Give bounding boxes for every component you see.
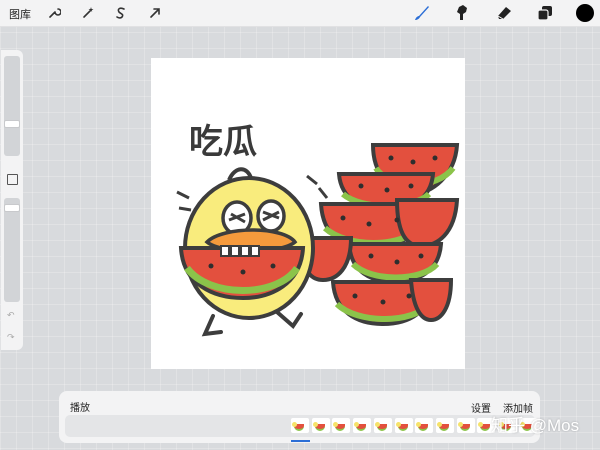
gallery-button[interactable]: 图库	[9, 6, 31, 22]
selection-s-icon[interactable]	[111, 3, 131, 23]
redo-icon[interactable]: ↷	[7, 332, 15, 343]
smudge-icon[interactable]	[452, 3, 472, 23]
thumbnail-duck	[292, 422, 297, 427]
frame-thumbnail[interactable]	[353, 418, 372, 433]
transform-arrow-icon[interactable]	[145, 3, 165, 23]
watermark-text: 知乎 @Mos	[491, 416, 580, 435]
thumbnail-duck	[436, 422, 442, 427]
thumbnail-duck	[457, 422, 463, 427]
settings-button[interactable]: 设置	[471, 400, 491, 415]
left-sidebar: ↶ ↷	[1, 50, 23, 350]
magic-wand-icon[interactable]	[78, 3, 98, 23]
frame-thumbnail[interactable]	[311, 418, 330, 433]
brush-size-slider[interactable]	[4, 56, 20, 156]
frame-thumbnail[interactable]	[394, 418, 413, 433]
modify-square-button[interactable]	[7, 174, 18, 185]
frame-thumbnail[interactable]	[291, 418, 309, 433]
animation-panel: 播放 设置 添加帧	[59, 391, 540, 443]
frame-thumbnail[interactable]	[332, 418, 351, 433]
wrench-icon[interactable]	[44, 3, 64, 23]
thumbnail-duck	[395, 422, 401, 427]
brush-icon[interactable]	[412, 3, 432, 23]
opacity-slider[interactable]	[4, 198, 20, 302]
layers-icon[interactable]	[535, 3, 555, 23]
frame-thumbnail[interactable]	[456, 418, 475, 433]
drawing-text: 吃瓜	[189, 122, 257, 162]
play-button[interactable]: 播放	[70, 399, 90, 414]
frame-thumbnail[interactable]	[435, 418, 454, 433]
selected-frame-indicator	[291, 440, 310, 442]
duck-watermelon-drawing: 吃瓜	[176, 122, 460, 337]
color-circle-icon[interactable]	[575, 3, 595, 23]
thumbnail-duck	[312, 422, 318, 427]
thumbnail-duck	[374, 422, 380, 427]
frame-thumbnail[interactable]	[415, 418, 434, 433]
frame-timeline[interactable]	[65, 415, 537, 437]
undo-icon[interactable]: ↶	[7, 310, 15, 321]
eraser-icon[interactable]	[494, 3, 514, 23]
opacity-knob[interactable]	[4, 204, 20, 212]
drawing-canvas[interactable]: 吃瓜	[151, 58, 465, 369]
brush-size-knob[interactable]	[4, 120, 20, 128]
top-toolbar: 图库	[0, 0, 600, 27]
frame-thumbnail[interactable]	[373, 418, 392, 433]
